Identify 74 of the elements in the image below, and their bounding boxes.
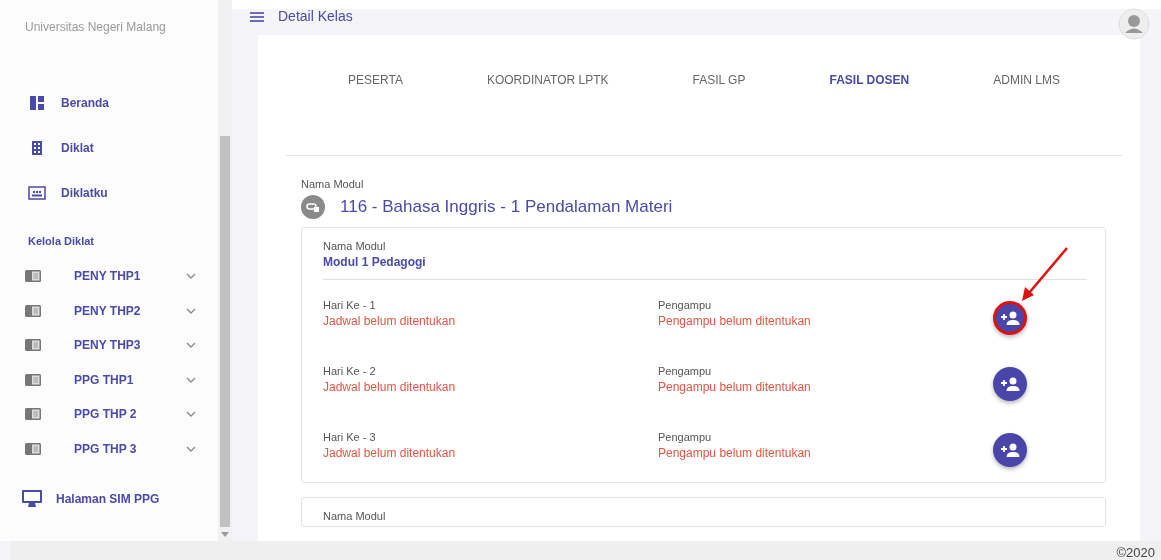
- book-icon: [25, 408, 41, 421]
- tab[interactable]: FASIL GP: [684, 73, 754, 89]
- module-name: Modul 1 Pedagogi: [323, 255, 1087, 280]
- monitor-icon: [22, 489, 42, 508]
- tab[interactable]: PESERTA: [340, 73, 411, 89]
- field-label: Nama Modul: [323, 510, 387, 522]
- group-label: PPG THP 3: [74, 441, 138, 456]
- lecturer-status: Pengampu belum ditentukan: [658, 313, 812, 328]
- pointer-arrow: [1019, 247, 1069, 303]
- lecturer-status: Pengampu belum ditentukan: [658, 445, 812, 460]
- tab[interactable]: FASIL DOSEN: [821, 73, 918, 89]
- avatar-icon[interactable]: [1118, 8, 1150, 40]
- tab[interactable]: ADMIN LMS: [985, 73, 1068, 89]
- add-person-icon: [1000, 377, 1020, 391]
- day-label: Hari Ke - 1: [323, 298, 377, 311]
- add-lecturer-button[interactable]: [993, 367, 1027, 401]
- nav-label: Diklat: [61, 140, 94, 155]
- book-icon: [25, 373, 41, 386]
- chevron-icon: [186, 376, 196, 383]
- link-icon: [301, 195, 325, 219]
- scroll-down-icon[interactable]: [221, 532, 229, 537]
- book-icon: [25, 339, 41, 352]
- chevron-icon: [186, 445, 196, 452]
- copyright-text: ©2020: [1116, 545, 1155, 560]
- menu-group[interactable]: PPG THP 3: [0, 431, 218, 466]
- menu-icon[interactable]: [250, 12, 264, 22]
- nav-label: Diklatku: [61, 185, 108, 200]
- tab[interactable]: KOORDINATOR LPTK: [478, 73, 617, 89]
- schedule-status: Jadwal belum ditentukan: [323, 445, 457, 460]
- day-label: Hari Ke - 2: [323, 364, 377, 377]
- menu-group[interactable]: PENY THP2: [0, 293, 218, 328]
- nav-label: Beranda: [61, 95, 110, 110]
- lecturer-label: Pengampu: [658, 364, 713, 377]
- add-person-icon: [1000, 311, 1020, 325]
- link-label: Halaman SIM PPG: [56, 491, 160, 506]
- sim-link[interactable]: Halaman SIM PPG: [0, 476, 218, 521]
- chevron-icon: [186, 307, 196, 314]
- scroll-thumb[interactable]: [220, 136, 230, 527]
- group-label: PENY THP2: [74, 303, 142, 318]
- nav-item[interactable]: Diklat: [0, 125, 218, 170]
- field-label: Nama Modul: [323, 240, 387, 252]
- schedule-status: Jadwal belum ditentukan: [323, 313, 457, 328]
- chevron-icon: [186, 342, 196, 349]
- menu-group[interactable]: PENY THP1: [0, 259, 218, 294]
- lecturer-status: Pengampu belum ditentukan: [658, 379, 812, 394]
- field-label: Nama Modul: [301, 178, 365, 190]
- classroom-icon: [28, 185, 46, 200]
- add-lecturer-button[interactable]: [993, 433, 1027, 467]
- book-icon: [25, 442, 41, 455]
- chevron-icon: [186, 411, 196, 418]
- brand-name: Universitas Negeri Malang: [24, 19, 167, 36]
- page-title: Detail Kelas: [278, 8, 353, 24]
- book-icon: [25, 304, 41, 317]
- add-person-icon: [1000, 443, 1020, 457]
- nav-item[interactable]: Beranda: [0, 80, 218, 125]
- menu-group[interactable]: PPG THP1: [0, 362, 218, 397]
- group-label: PENY THP3: [74, 338, 142, 353]
- scrollbar[interactable]: [218, 0, 232, 541]
- course-title: 116 - Bahasa Inggris - 1 Pendalaman Materi: [340, 197, 673, 217]
- menu-group[interactable]: PENY THP3: [0, 328, 218, 363]
- schedule-status: Jadwal belum ditentukan: [323, 379, 457, 394]
- lecturer-label: Pengampu: [658, 298, 713, 311]
- chevron-icon: [186, 273, 196, 280]
- group-label: PPG THP 2: [74, 407, 138, 422]
- nav-item[interactable]: Diklatku: [0, 170, 218, 215]
- day-label: Hari Ke - 3: [323, 430, 377, 443]
- book-icon: [25, 270, 41, 283]
- add-lecturer-button[interactable]: [993, 301, 1027, 335]
- section-title: Kelola Diklat: [27, 234, 96, 249]
- group-label: PPG THP1: [74, 372, 135, 387]
- group-label: PENY THP1: [74, 269, 142, 284]
- dashboard-icon: [28, 95, 46, 110]
- menu-group[interactable]: PPG THP 2: [0, 397, 218, 432]
- lecturer-label: Pengampu: [658, 430, 713, 443]
